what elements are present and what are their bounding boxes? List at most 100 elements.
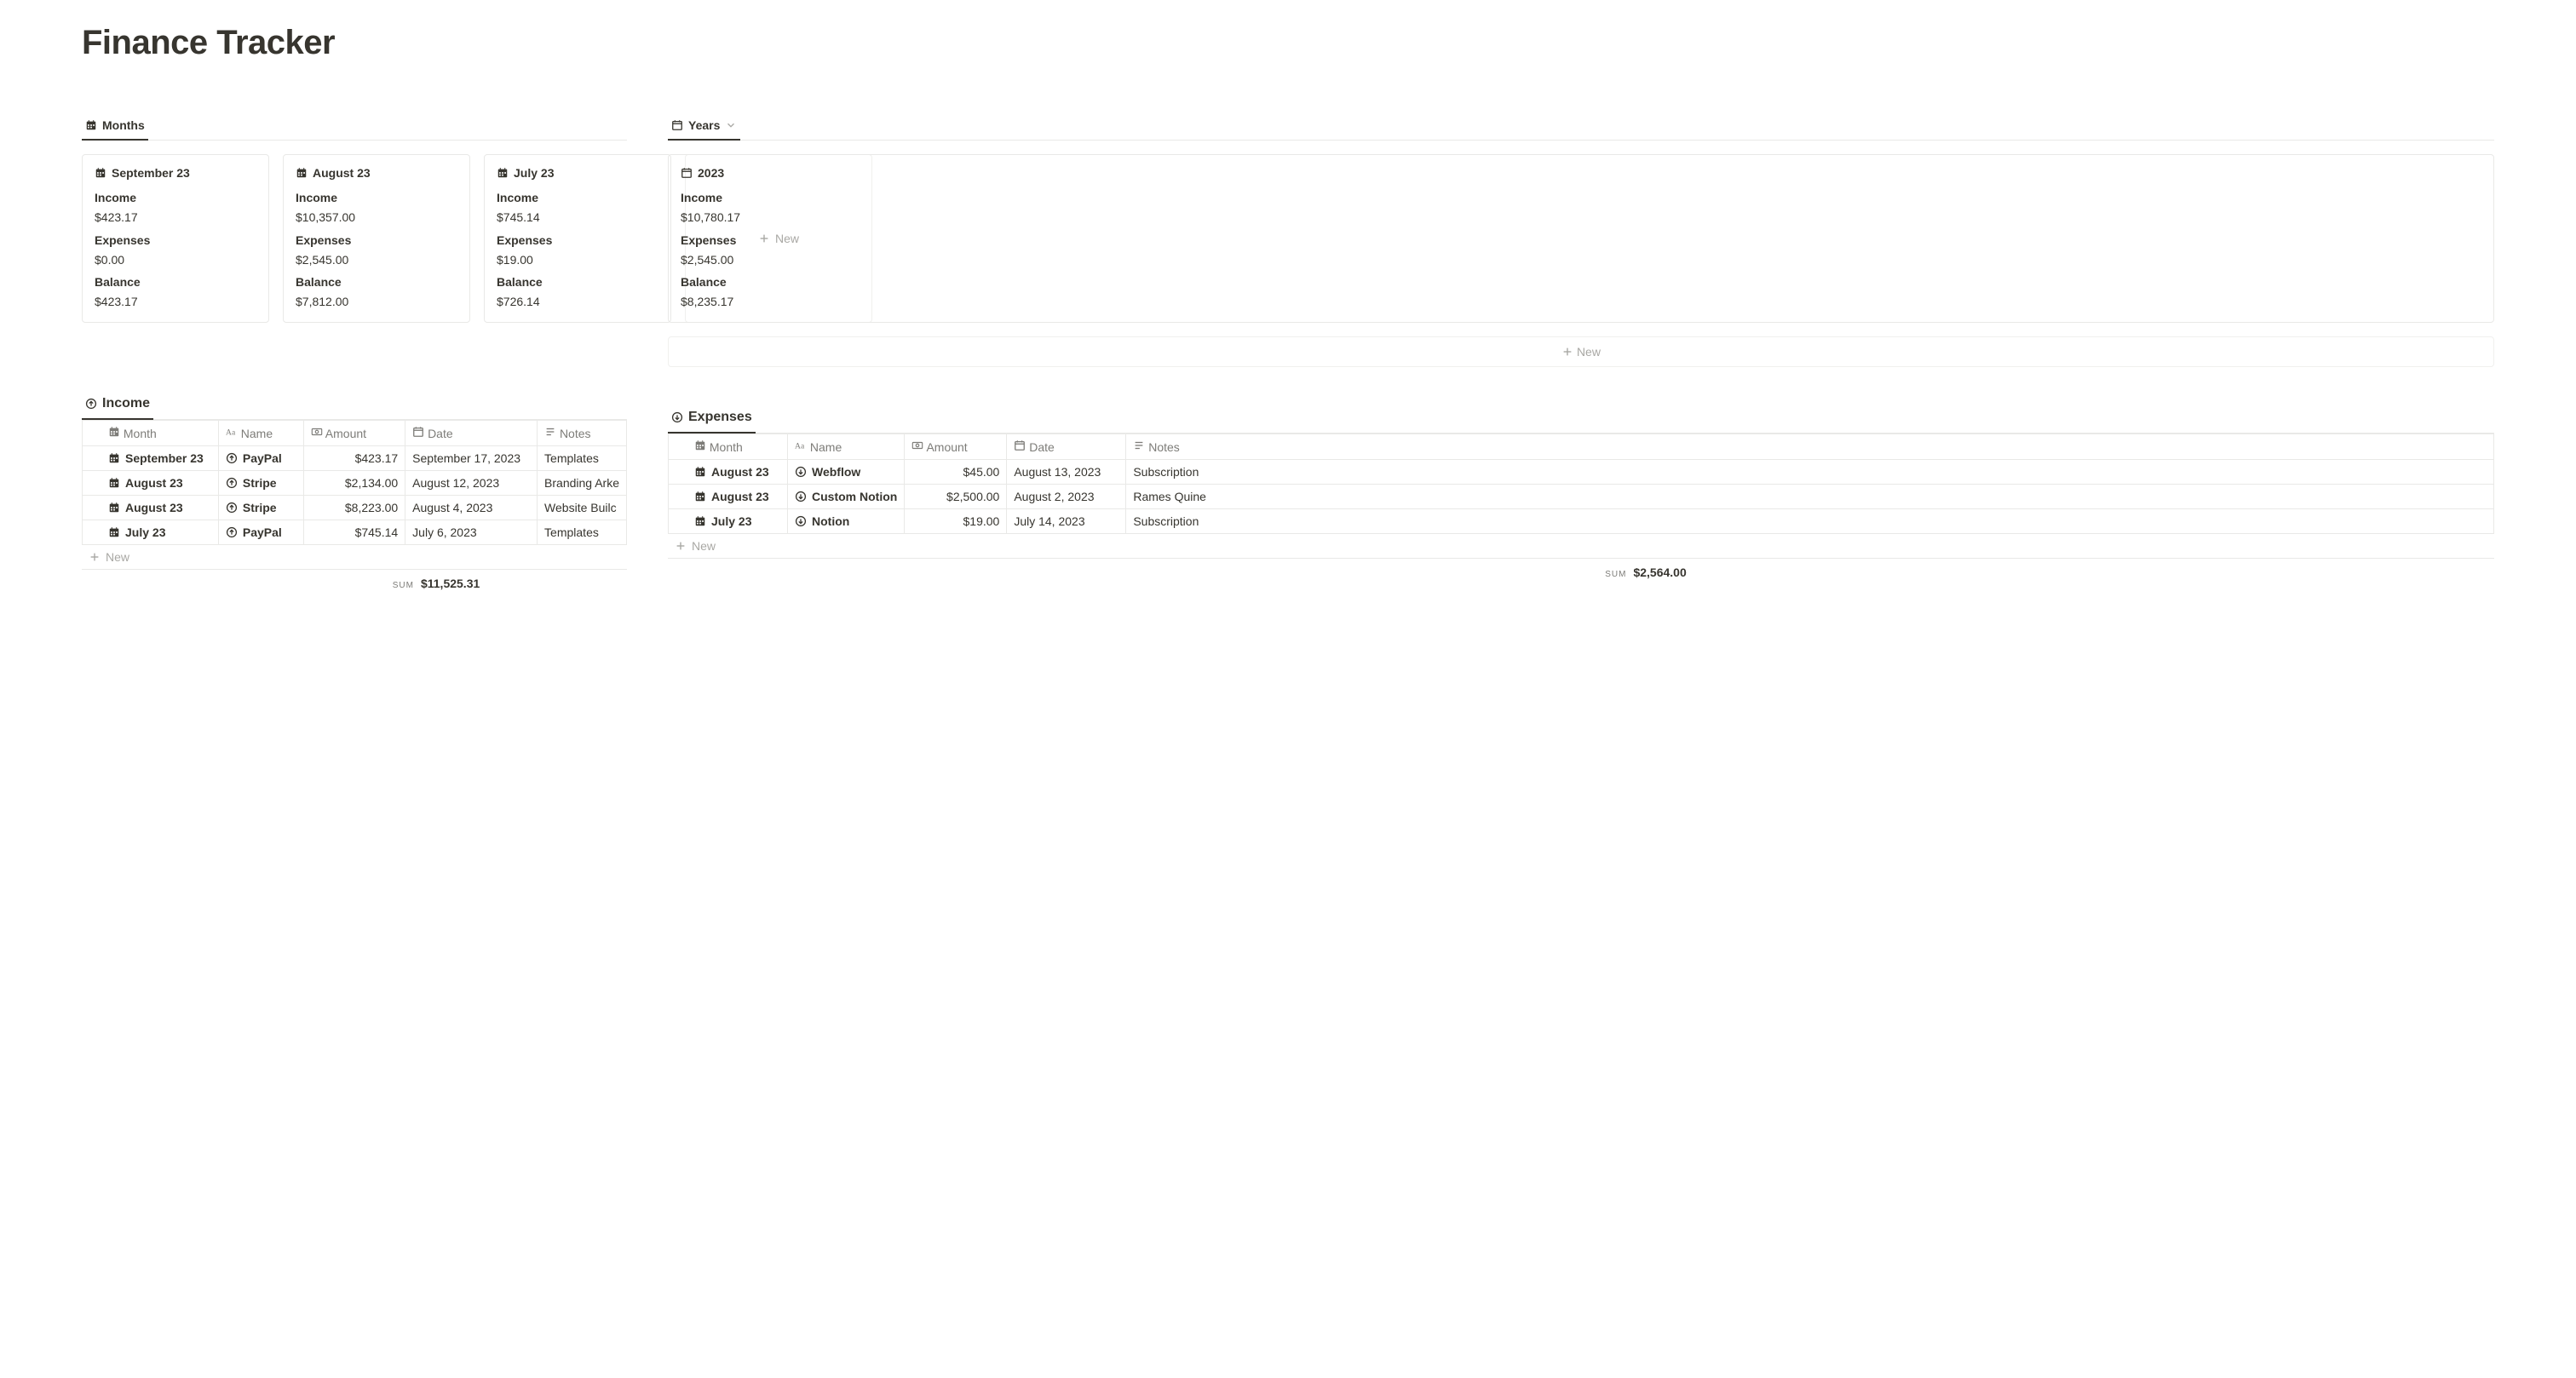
income-sum: SUM $11,525.31 <box>82 570 627 590</box>
cell-name: Webflow <box>812 465 860 479</box>
table-row[interactable]: August 23 Stripe $2,134.00 August 12, 20… <box>83 471 627 496</box>
plus-icon <box>675 540 687 552</box>
col-month[interactable]: Month <box>83 421 219 446</box>
balance-value: $726.14 <box>497 294 658 310</box>
tab-years-label: Years <box>688 118 720 132</box>
expenses-value: $2,545.00 <box>681 252 2481 268</box>
col-date[interactable]: Date <box>1007 434 1126 460</box>
table-row[interactable]: August 23 Webflow $45.00 August 13, 2023… <box>669 460 2494 485</box>
cell-date: August 12, 2023 <box>405 471 538 496</box>
expenses-new-row[interactable]: New <box>668 534 2494 559</box>
calendar-grid-icon <box>95 167 106 179</box>
cell-notes: Subscription <box>1126 509 2494 534</box>
expenses-value: $0.00 <box>95 252 256 268</box>
year-card-title: 2023 <box>698 165 724 181</box>
arrow-up-circle-icon <box>226 452 238 464</box>
cell-month: July 23 <box>125 525 165 539</box>
income-label: Income <box>681 190 2481 206</box>
calendar-grid-icon <box>296 167 308 179</box>
cell-notes: Templates <box>538 446 627 471</box>
cell-amount: $2,500.00 <box>905 485 1007 509</box>
income-tab-label: Income <box>102 396 150 411</box>
cell-notes: Templates <box>538 520 627 545</box>
balance-label: Balance <box>681 274 2481 290</box>
calendar-grid-icon <box>108 452 120 464</box>
chevron-down-icon <box>725 119 737 131</box>
cell-name: Stripe <box>243 476 277 490</box>
cell-notes: Branding Arke <box>538 471 627 496</box>
text-icon <box>795 439 807 451</box>
table-row[interactable]: September 23 PayPal $423.17 September 17… <box>83 446 627 471</box>
tab-income[interactable]: Income <box>82 391 153 420</box>
cell-month: August 23 <box>125 476 183 490</box>
col-name[interactable]: Name <box>788 434 905 460</box>
income-new-row[interactable]: New <box>82 545 627 570</box>
cell-date: August 2, 2023 <box>1007 485 1126 509</box>
cell-amount: $423.17 <box>303 446 405 471</box>
cell-date: July 14, 2023 <box>1007 509 1126 534</box>
arrow-up-circle-icon <box>226 502 238 514</box>
years-new-row[interactable]: New <box>668 336 2494 367</box>
expenses-value: $2,545.00 <box>296 252 457 268</box>
expenses-table: Month Name Amount Date Notes August 23 W… <box>668 433 2494 534</box>
income-table: Month Name Amount Date Notes September 2… <box>82 420 627 545</box>
tab-expenses[interactable]: Expenses <box>668 405 756 433</box>
arrow-down-circle-icon <box>795 515 807 527</box>
table-row[interactable]: July 23 Notion $19.00 July 14, 2023 Subs… <box>669 509 2494 534</box>
plus-icon <box>89 551 101 563</box>
arrow-down-circle-icon <box>795 491 807 502</box>
cell-name: PayPal <box>243 451 282 465</box>
tab-years[interactable]: Years <box>668 113 740 141</box>
cell-name: PayPal <box>243 525 282 539</box>
cell-name: Custom Notion <box>812 490 897 503</box>
cell-date: September 17, 2023 <box>405 446 538 471</box>
expenses-value: $19.00 <box>497 252 658 268</box>
tab-months[interactable]: Months <box>82 113 148 141</box>
col-amount[interactable]: Amount <box>303 421 405 446</box>
arrow-up-circle-icon <box>226 526 238 538</box>
cell-date: July 6, 2023 <box>405 520 538 545</box>
money-icon <box>311 426 323 438</box>
calendar-grid-icon <box>108 477 120 489</box>
month-card[interactable]: August 23 Income $10,357.00 Expenses $2,… <box>283 154 470 323</box>
income-value: $10,780.17 <box>681 210 2481 226</box>
cell-month: August 23 <box>125 501 183 514</box>
balance-value: $8,235.17 <box>681 294 2481 310</box>
month-card[interactable]: September 23 Income $423.17 Expenses $0.… <box>82 154 269 323</box>
table-row[interactable]: August 23 Custom Notion $2,500.00 August… <box>669 485 2494 509</box>
calendar-icon <box>681 167 693 179</box>
table-row[interactable]: July 23 PayPal $745.14 July 6, 2023 Temp… <box>83 520 627 545</box>
cell-month: July 23 <box>711 514 751 528</box>
month-card[interactable]: July 23 Income $745.14 Expenses $19.00 B… <box>484 154 671 323</box>
expenses-label: Expenses <box>95 233 256 249</box>
cell-amount: $45.00 <box>905 460 1007 485</box>
col-amount[interactable]: Amount <box>905 434 1007 460</box>
calendar-grid-icon <box>497 167 509 179</box>
cell-date: August 4, 2023 <box>405 496 538 520</box>
balance-label: Balance <box>95 274 256 290</box>
income-value: $423.17 <box>95 210 256 226</box>
cell-notes: Website Builc <box>538 496 627 520</box>
col-notes[interactable]: Notes <box>1126 434 2494 460</box>
col-date[interactable]: Date <box>405 421 538 446</box>
balance-label: Balance <box>296 274 457 290</box>
cell-amount: $19.00 <box>905 509 1007 534</box>
calendar-grid-icon <box>694 439 706 451</box>
income-value: $10,357.00 <box>296 210 457 226</box>
table-row[interactable]: August 23 Stripe $8,223.00 August 4, 202… <box>83 496 627 520</box>
cell-month: August 23 <box>711 490 769 503</box>
page-title: Finance Tracker <box>82 24 2494 62</box>
month-card-title: August 23 <box>313 165 371 181</box>
col-name[interactable]: Name <box>218 421 303 446</box>
money-icon <box>911 439 923 451</box>
col-notes[interactable]: Notes <box>538 421 627 446</box>
calendar-icon <box>671 119 683 131</box>
col-month[interactable]: Month <box>669 434 788 460</box>
expenses-tab-label: Expenses <box>688 410 752 425</box>
text-icon <box>226 426 238 438</box>
expenses-sum: SUM $2,564.00 <box>668 559 2494 579</box>
calendar-icon <box>412 426 424 438</box>
year-card[interactable]: 2023 Income $10,780.17 Expenses $2,545.0… <box>668 154 2494 323</box>
income-value: $745.14 <box>497 210 658 226</box>
cell-amount: $8,223.00 <box>303 496 405 520</box>
